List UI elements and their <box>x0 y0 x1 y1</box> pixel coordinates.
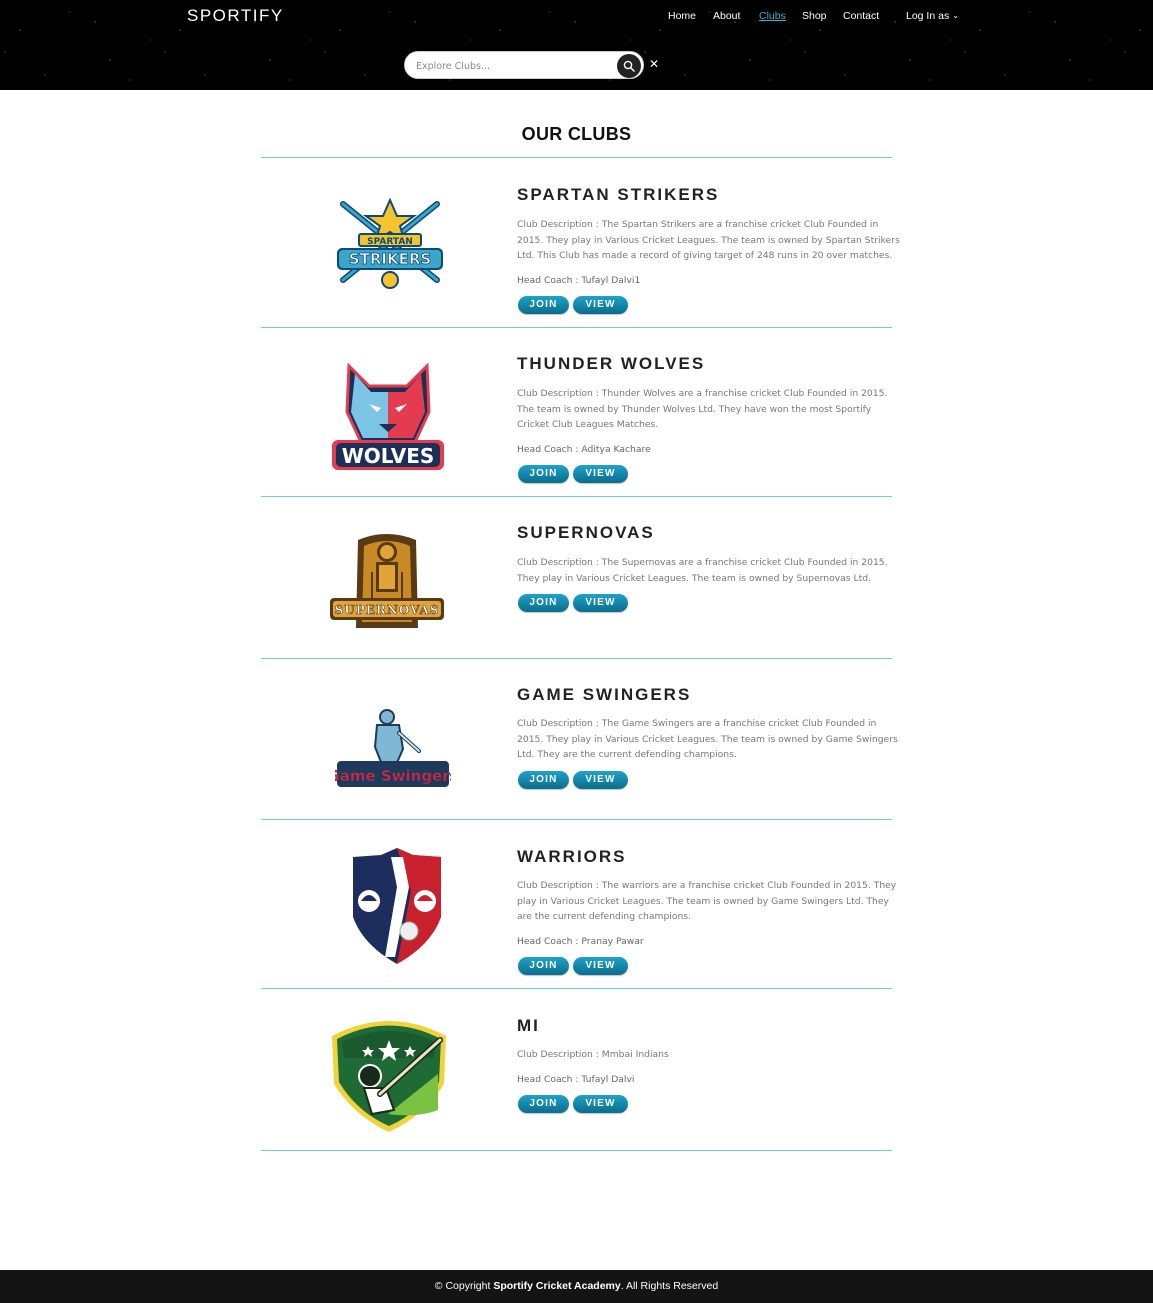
spartan-strikers-logo: SPARTAN STRIKERS <box>337 198 443 289</box>
supernovas-logo: SUPERNOVAS <box>330 534 444 628</box>
club-head-coach: Head Coach : Tufayl Dalvi1 <box>517 275 641 286</box>
search-icon <box>623 60 635 72</box>
divider <box>261 988 892 989</box>
page-title: OUR CLUBS <box>521 124 632 144</box>
mi-batsman-logo <box>332 1021 446 1132</box>
svg-text:SPARTAN: SPARTAN <box>367 237 413 247</box>
club-description: Club Description : The Game Swingers are… <box>517 718 898 761</box>
club-description: Club Description : Mmbai Indians <box>517 1049 669 1060</box>
svg-text:Game Swingers: Game Swingers <box>335 767 451 785</box>
club-description: Club Description : The warriors are a fr… <box>517 880 897 923</box>
search-input[interactable] <box>416 58 606 74</box>
view-button[interactable]: VIEW <box>573 465 628 483</box>
search-button[interactable] <box>617 54 641 78</box>
club-head-coach: Head Coach : Pranay Pawar <box>517 936 644 947</box>
search-bar <box>404 51 644 79</box>
club-name: GAME SWINGERS <box>517 685 692 704</box>
club-name: THUNDER WOLVES <box>517 354 706 373</box>
join-button[interactable]: JOIN <box>518 1095 569 1113</box>
copyright-prefix: © Copyright <box>434 1280 494 1292</box>
nav-clubs[interactable]: Clubs <box>759 9 786 23</box>
view-button[interactable]: VIEW <box>573 771 628 789</box>
site-footer: © Copyright Sportify Cricket Academy. Al… <box>0 1270 1153 1303</box>
view-button[interactable]: VIEW <box>573 1095 628 1113</box>
copyright-text: © Copyright Sportify Cricket Academy. Al… <box>0 1278 1153 1294</box>
join-button[interactable]: JOIN <box>518 296 569 314</box>
join-button[interactable]: JOIN <box>518 594 569 612</box>
close-icon[interactable]: ✕ <box>649 57 661 71</box>
join-button[interactable]: JOIN <box>518 957 569 975</box>
nav-about[interactable]: About <box>713 9 740 23</box>
game-swingers-logo: Game Swingers <box>335 709 451 787</box>
nav-contact[interactable]: Contact <box>843 9 879 23</box>
login-label: Log In as <box>906 10 950 22</box>
main-nav: Home About Clubs Shop Contact Log In as ⌄ <box>0 9 1153 23</box>
divider <box>261 327 892 328</box>
club-name: MI <box>517 1016 540 1035</box>
club-name: SPARTAN STRIKERS <box>517 185 720 204</box>
join-button[interactable]: JOIN <box>518 465 569 483</box>
divider <box>261 658 892 659</box>
svg-text:WOLVES: WOLVES <box>342 444 435 468</box>
login-dropdown[interactable]: Log In as ⌄ <box>906 9 959 23</box>
warriors-shield-logo <box>353 848 441 964</box>
chevron-down-icon: ⌄ <box>952 11 959 20</box>
join-button[interactable]: JOIN <box>518 771 569 789</box>
divider <box>261 157 892 158</box>
view-button[interactable]: VIEW <box>573 957 628 975</box>
club-head-coach: Head Coach : Aditya Kachare <box>517 444 651 455</box>
wolves-logo: WOLVES <box>332 362 444 470</box>
view-button[interactable]: VIEW <box>573 594 628 612</box>
svg-text:SUPERNOVAS: SUPERNOVAS <box>335 603 440 617</box>
club-head-coach: Head Coach : Tufayl Dalvi <box>517 1074 635 1085</box>
copyright-suffix: . All Rights Reserved <box>620 1280 719 1292</box>
club-description: Club Description : Thunder Wolves are a … <box>517 388 888 431</box>
divider <box>261 819 892 820</box>
view-button[interactable]: VIEW <box>573 296 628 314</box>
divider <box>261 496 892 497</box>
svg-text:STRIKERS: STRIKERS <box>349 250 431 268</box>
nav-shop[interactable]: Shop <box>802 9 827 23</box>
club-name: SUPERNOVAS <box>517 523 655 542</box>
nav-home[interactable]: Home <box>668 9 696 23</box>
site-header: SPORTIFY Home About Clubs Shop Contact L… <box>0 0 1153 90</box>
divider <box>261 1150 892 1151</box>
club-name: WARRIORS <box>517 847 627 866</box>
club-description: Club Description : The Spartan Strikers … <box>517 219 900 262</box>
club-description: Club Description : The Supernovas are a … <box>517 557 888 584</box>
copyright-org: Sportify Cricket Academy <box>493 1280 621 1292</box>
